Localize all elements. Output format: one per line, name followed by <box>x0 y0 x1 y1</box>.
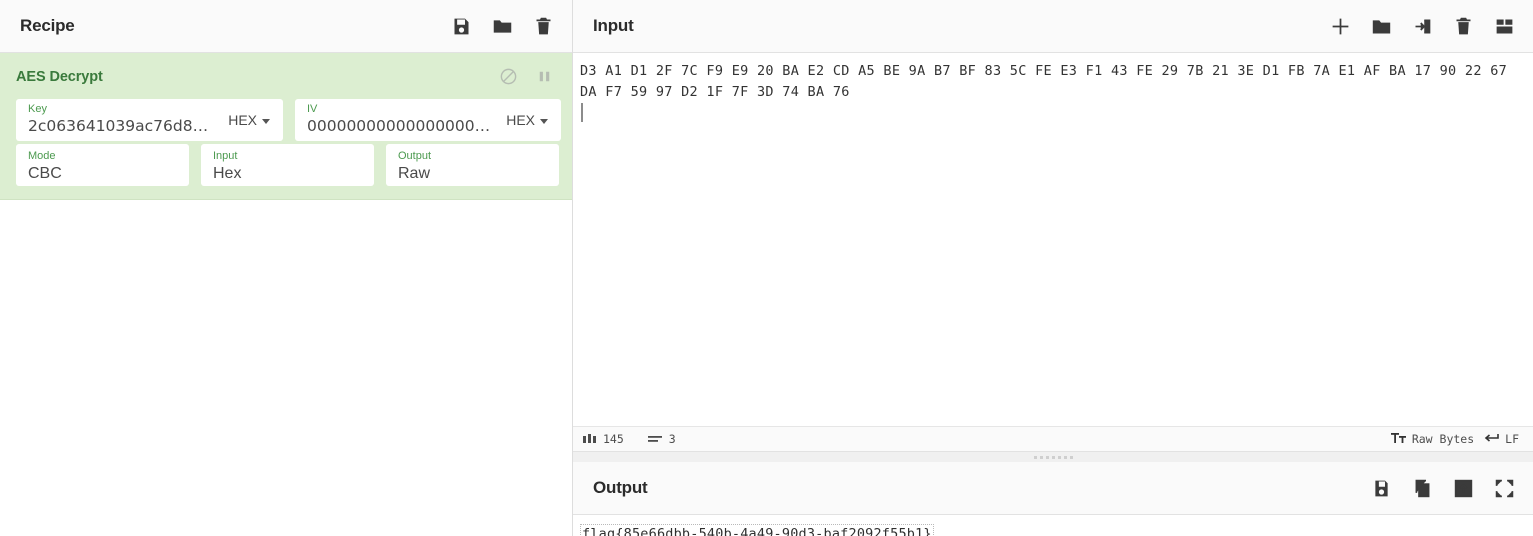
copy-output-icon[interactable] <box>1412 478 1433 499</box>
arg-iv-label: IV <box>307 103 318 115</box>
operation-args-row-1: Key 2c063641039ac76d8b… HEX IV 000000000… <box>0 99 572 141</box>
arg-key-type-dropdown[interactable]: HEX <box>222 99 283 141</box>
recipe-operation-list[interactable]: AES Decrypt Key 2c063641039ac76d8b… HEX … <box>0 53 572 536</box>
input-length-value: 145 <box>603 432 624 446</box>
input-length-stat: 145 <box>583 432 624 446</box>
arg-input-label: Input <box>213 150 238 162</box>
recipe-header: Recipe <box>0 0 572 53</box>
maximise-output-icon[interactable] <box>1494 478 1515 499</box>
arg-output-value[interactable]: Raw <box>398 163 549 184</box>
operation-controls <box>499 67 554 86</box>
arg-output-inner: Output Raw <box>386 146 559 184</box>
operation-title: AES Decrypt <box>16 68 103 85</box>
add-input-tab-icon[interactable] <box>1330 16 1351 37</box>
cyberchef-app: Recipe AES Decrypt Key 2c063641039ac76d8… <box>0 0 1533 536</box>
character-encoding-icon <box>1390 432 1406 447</box>
arg-input-value[interactable]: Hex <box>213 163 364 184</box>
arg-iv-type-label: HEX <box>506 112 535 128</box>
input-lineending[interactable]: LF <box>1484 432 1519 447</box>
output-editor[interactable]: flag{85e66dbb-540b-4a49-90d3-baf2092f55b… <box>573 515 1533 536</box>
breakpoint-icon[interactable] <box>535 67 554 86</box>
recipe-title: Recipe <box>20 16 75 35</box>
recipe-toolbar <box>451 16 554 37</box>
operation-args-row-2: Mode CBC Input Hex Output Raw <box>0 144 572 186</box>
arg-mode[interactable]: Mode CBC <box>16 144 189 186</box>
io-splitter[interactable] <box>573 452 1533 462</box>
disable-operation-icon[interactable] <box>499 67 518 86</box>
arg-key[interactable]: Key 2c063641039ac76d8b… HEX <box>16 99 283 141</box>
save-recipe-icon[interactable] <box>451 16 472 37</box>
clear-recipe-icon[interactable] <box>533 16 554 37</box>
replace-input-icon[interactable] <box>1453 478 1474 499</box>
input-lines-value: 3 <box>668 432 676 446</box>
io-column: Input D3 A1 D1 2F 7C F9 E9 20 BA E2 CD A… <box>573 0 1533 536</box>
arg-mode-value[interactable]: CBC <box>28 163 179 184</box>
output-title: Output <box>593 478 648 497</box>
open-file-icon[interactable] <box>1412 16 1433 37</box>
recipe-pane: Recipe AES Decrypt Key 2c063641039ac76d8… <box>0 0 573 536</box>
input-lines-stat: 3 <box>647 432 676 446</box>
clear-input-icon[interactable] <box>1453 16 1474 37</box>
arg-key-value[interactable]: 2c063641039ac76d8b… <box>28 116 212 137</box>
open-folder-icon[interactable] <box>1371 16 1392 37</box>
arg-output-label: Output <box>398 150 432 162</box>
arg-key-label: Key <box>28 103 47 115</box>
line-count-icon <box>647 434 662 445</box>
arg-input-inner: Input Hex <box>201 146 374 184</box>
line-ending-icon <box>1484 432 1499 447</box>
chevron-down-icon <box>262 118 270 124</box>
input-charenc[interactable]: Raw Bytes <box>1390 432 1475 447</box>
arg-iv-value[interactable]: 00000000000000000… <box>307 116 490 137</box>
input-charenc-label: Raw Bytes <box>1411 432 1475 446</box>
arg-mode-inner: Mode CBC <box>16 146 189 184</box>
input-status-bar: 145 3 Raw Bytes LF <box>573 426 1533 451</box>
input-editor[interactable]: D3 A1 D1 2F 7C F9 E9 20 BA E2 CD A5 BE 9… <box>573 53 1533 426</box>
reset-pane-layout-icon[interactable] <box>1494 16 1515 37</box>
output-text[interactable]: flag{85e66dbb-540b-4a49-90d3-baf2092f55b… <box>580 524 934 536</box>
input-header: Input <box>573 0 1533 53</box>
arg-input-format[interactable]: Input Hex <box>201 144 374 186</box>
arg-iv-inner: IV 00000000000000000… <box>295 99 500 141</box>
operation-aes-decrypt[interactable]: AES Decrypt Key 2c063641039ac76d8b… HEX … <box>0 53 572 200</box>
splitter-grip-icon <box>1033 455 1073 459</box>
output-toolbar <box>1371 478 1515 499</box>
text-cursor <box>581 103 583 122</box>
output-pane: Output flag{85e66dbb-540b-4a49-90d3-baf2… <box>573 462 1533 536</box>
save-output-icon[interactable] <box>1371 478 1392 499</box>
arg-output-format[interactable]: Output Raw <box>386 144 559 186</box>
operation-header: AES Decrypt <box>0 53 572 96</box>
arg-iv[interactable]: IV 00000000000000000… HEX <box>295 99 561 141</box>
input-lineending-label: LF <box>1505 432 1519 446</box>
arg-mode-label: Mode <box>28 150 56 162</box>
load-recipe-icon[interactable] <box>492 16 513 37</box>
output-header: Output <box>573 462 1533 515</box>
arg-key-type-label: HEX <box>228 112 257 128</box>
arg-iv-type-dropdown[interactable]: HEX <box>500 99 561 141</box>
chevron-down-icon <box>540 118 548 124</box>
character-count-icon <box>583 433 596 445</box>
input-toolbar <box>1330 16 1515 37</box>
input-text[interactable]: D3 A1 D1 2F 7C F9 E9 20 BA E2 CD A5 BE 9… <box>580 61 1523 102</box>
input-title: Input <box>593 16 634 35</box>
input-pane: Input D3 A1 D1 2F 7C F9 E9 20 BA E2 CD A… <box>573 0 1533 452</box>
input-status-right: Raw Bytes LF <box>1390 432 1519 447</box>
arg-key-inner: Key 2c063641039ac76d8b… <box>16 99 222 141</box>
